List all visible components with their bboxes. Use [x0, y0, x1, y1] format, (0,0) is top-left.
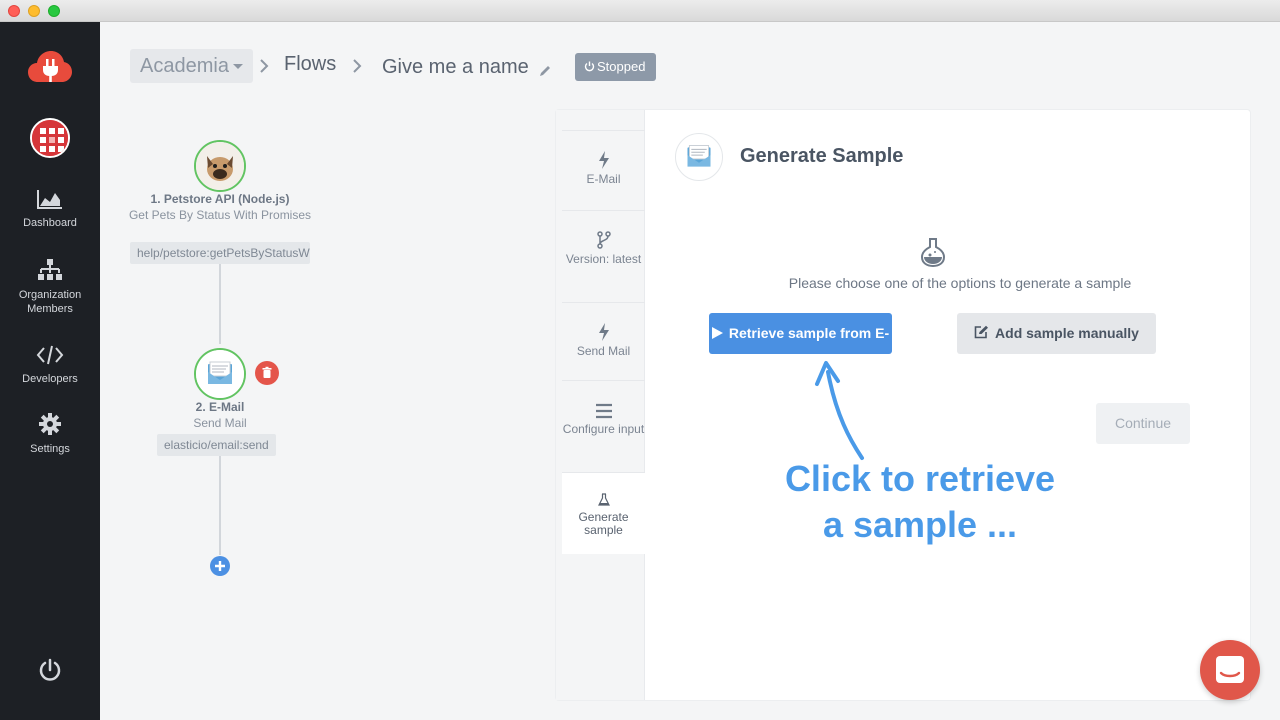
annotation-arrow — [815, 361, 864, 460]
nav-organization-label: Organization Members — [18, 289, 82, 315]
panel-title: Generate Sample — [740, 145, 904, 167]
flow-connector — [219, 262, 221, 344]
minimize-window-button[interactable] — [28, 5, 40, 17]
window-title-bar — [0, 0, 1280, 22]
annotation-text: Click to retrieve a sample ... — [760, 456, 1080, 548]
step-1-title: 1. Petstore API (Node.js) — [150, 192, 290, 206]
sidebar: Dashboard Organization Members Developer… — [0, 22, 100, 720]
pencil-icon[interactable] — [538, 64, 552, 78]
tab-generate-sample-label: Generate sample — [578, 510, 629, 537]
tab-version[interactable]: Version: latest — [562, 210, 645, 302]
tab-version-label: Version: latest — [565, 252, 642, 266]
step-1-subtitle: Get Pets By Status With Promises — [128, 208, 312, 222]
nav-developers[interactable]: Developers — [0, 344, 100, 386]
flow-connector — [219, 455, 221, 555]
power-icon — [584, 61, 595, 72]
step-2-subtitle: Send Mail — [193, 416, 247, 430]
flask-icon — [920, 238, 946, 267]
nav-developers-label: Developers — [22, 373, 78, 385]
bars-icon — [595, 403, 612, 419]
area-chart-icon — [37, 190, 62, 209]
breadcrumb-flows-link[interactable]: Flows — [284, 53, 336, 76]
chevron-right-icon — [353, 59, 362, 73]
close-window-button[interactable] — [8, 5, 20, 17]
tab-email[interactable]: E-Mail — [562, 130, 645, 210]
nav-dashboard-label: Dashboard — [23, 217, 77, 229]
annotation-line-1: Click to retrieve — [784, 458, 1056, 499]
tab-email-label: E-Mail — [586, 172, 621, 186]
dog-avatar-icon — [196, 142, 244, 190]
workspace-name: Academia — [140, 55, 229, 77]
caret-down-icon — [232, 64, 243, 70]
plug-cloud-icon[interactable] — [28, 50, 72, 84]
add-step-button[interactable] — [210, 556, 230, 576]
status-label: Stopped — [597, 59, 646, 74]
flow-name[interactable]: Give me a name — [382, 56, 529, 79]
step-2-title: 2. E-Mail — [195, 400, 245, 414]
bolt-icon — [598, 323, 609, 341]
flask-icon — [597, 493, 610, 506]
envelope-icon — [687, 145, 711, 167]
bolt-icon — [598, 151, 609, 169]
edit-icon — [974, 325, 989, 339]
tab-send-mail[interactable]: Send Mail — [562, 302, 645, 380]
gear-icon — [39, 413, 61, 435]
nav-settings-label: Settings — [30, 443, 70, 455]
email-component-icon — [675, 133, 723, 181]
tab-configure-input[interactable]: Configure input — [562, 380, 645, 472]
trash-icon — [262, 366, 272, 378]
email-step-node[interactable] — [194, 348, 246, 400]
add-sample-manually-label: Add sample manually — [995, 325, 1139, 341]
tab-generate-sample[interactable]: Generate sample — [562, 472, 645, 554]
branch-icon — [596, 231, 611, 249]
annotation-line-2: a sample ... — [822, 504, 1018, 545]
step-config-panel: E-Mail Version: latest Send Mail Configu… — [556, 110, 1250, 700]
tab-send-mail-label: Send Mail — [576, 344, 631, 358]
tab-configure-input-label: Configure input — [562, 422, 645, 436]
code-icon — [36, 345, 64, 365]
chat-launcher-button[interactable] — [1200, 640, 1260, 700]
add-sample-manually-button[interactable]: Add sample manually — [957, 313, 1156, 354]
org-chart-icon — [38, 259, 62, 280]
nav-dashboard[interactable]: Dashboard — [0, 188, 100, 230]
generate-hint: Please choose one of the options to gene… — [788, 275, 1132, 291]
delete-step-button[interactable] — [255, 361, 279, 385]
nav-organization-members[interactable]: Organization Members — [0, 258, 100, 316]
play-icon — [711, 327, 723, 339]
petstore-step-node[interactable] — [194, 140, 246, 192]
workspace-dropdown[interactable]: Academia — [130, 49, 253, 83]
tenant-avatar[interactable] — [30, 118, 70, 158]
step-tabs: E-Mail Version: latest Send Mail Configu… — [556, 110, 645, 700]
retrieve-sample-button[interactable]: Retrieve sample from E-Mail — [709, 313, 892, 382]
chat-icon — [1216, 656, 1244, 683]
zoom-window-button[interactable] — [48, 5, 60, 17]
step-2-tag: elasticio/email:send — [157, 434, 276, 456]
continue-button[interactable]: Continue — [1096, 403, 1190, 444]
chevron-right-icon — [260, 59, 269, 73]
power-icon[interactable] — [38, 658, 62, 682]
nav-settings[interactable]: Settings — [0, 412, 100, 456]
plus-icon — [215, 561, 225, 571]
envelope-icon — [196, 350, 244, 398]
step-1-tag: help/petstore:getPetsByStatusWithPromise… — [130, 242, 310, 264]
flow-status-badge[interactable]: Stopped — [575, 53, 656, 81]
